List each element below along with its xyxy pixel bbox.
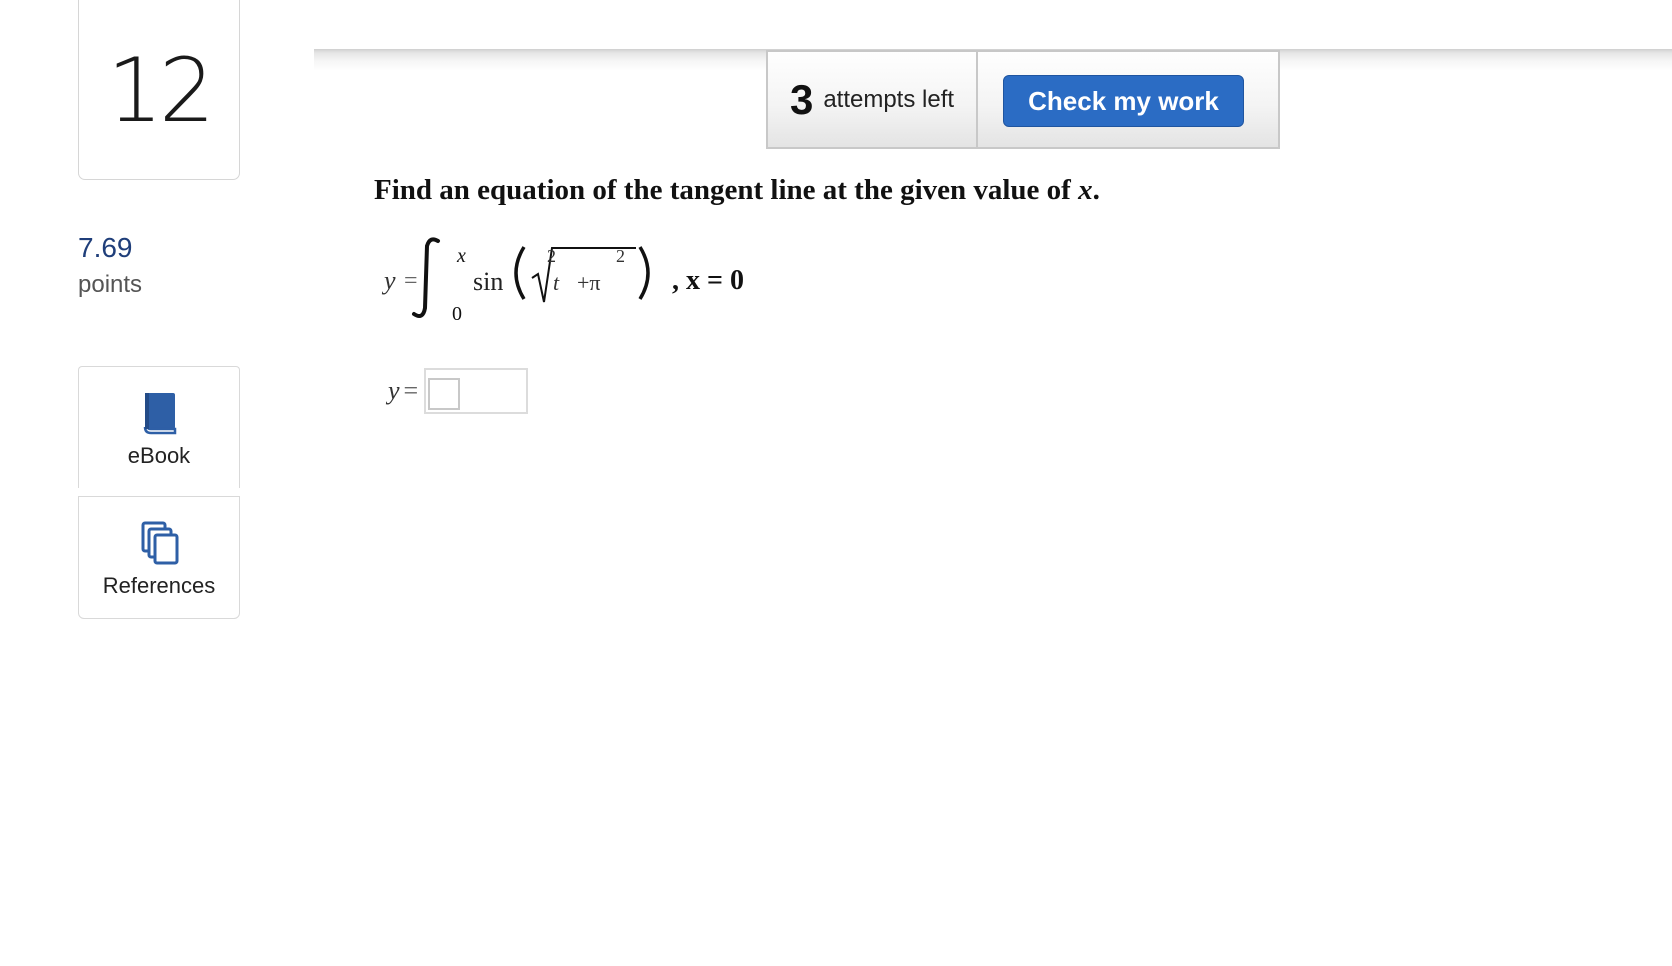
points-label: points (78, 271, 143, 298)
answer-row: y = (388, 368, 529, 414)
ebook-button[interactable]: eBook (78, 366, 240, 488)
answer-lhs: y (388, 376, 400, 405)
ebook-label: eBook (127, 443, 191, 468)
references-label: References (102, 573, 216, 598)
attempts-indicator: 3 attempts left (766, 50, 978, 149)
question-number: 12 (107, 38, 215, 142)
prompt-variable: x (1078, 174, 1093, 206)
references-button[interactable]: References (78, 496, 240, 619)
attempts-count: 3 (789, 75, 814, 123)
eq-equals: = (404, 268, 418, 294)
question-prompt: Find an equation of the tangent line at … (374, 174, 1100, 207)
points-value: 7.69 (78, 232, 133, 263)
eq-lhs: y (381, 266, 396, 295)
right-paren (638, 246, 650, 300)
integral-sign (412, 237, 440, 318)
eq-condition: , x = 0 (672, 265, 744, 296)
answer-equals: = (403, 376, 419, 405)
check-my-work-button[interactable]: Check my work (1003, 75, 1244, 127)
left-paren (514, 246, 526, 300)
attempts-text: attempts left (823, 85, 955, 113)
equation-graphic: y = x 0 sin 2 t +π 2 , x = 0 (381, 237, 744, 325)
eq-plus-pi: +π (577, 270, 601, 295)
prompt-text: Find an equation of the tangent line at … (374, 174, 1071, 206)
eq-exponent-1: 2 (547, 246, 556, 266)
eq-exponent-2: 2 (616, 246, 625, 266)
integral-upper-limit: x (456, 245, 466, 267)
copy-pages-icon (141, 521, 179, 565)
math-input-slot[interactable] (428, 378, 461, 410)
integral-lower-limit: 0 (452, 303, 462, 325)
prompt-period: . (1092, 174, 1100, 206)
equation: y = x 0 sin 2 t +π 2 , x = 0 (380, 228, 800, 328)
question-number-box: 12 (78, 0, 240, 180)
eq-variable: t (553, 270, 560, 295)
answer-input[interactable] (424, 368, 529, 414)
eq-function: sin (473, 267, 503, 296)
book-icon (143, 393, 177, 435)
